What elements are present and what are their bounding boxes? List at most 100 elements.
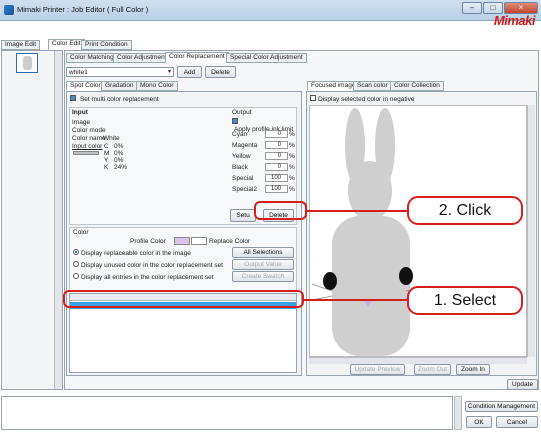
delete-preset-button[interactable]: Delete xyxy=(205,66,236,78)
input-color-swatch xyxy=(73,151,99,155)
spot-color-panel: Set multi color replacement Input Image … xyxy=(66,91,302,376)
cmyk-c-value: 0% xyxy=(114,143,124,150)
black-unit: % xyxy=(289,164,295,171)
delete-highlight-ring xyxy=(254,201,307,220)
window-title: Mimaki Printer : Job Editor ( Full Color… xyxy=(17,5,149,14)
preview-scrollbar-vertical[interactable] xyxy=(527,105,535,357)
thumbnail-scrollbar[interactable] xyxy=(54,51,62,389)
tab-color-replacement[interactable]: Color Replacement xyxy=(165,52,229,63)
select-highlight-ring xyxy=(63,290,304,308)
thumbnail-image[interactable] xyxy=(16,53,38,73)
update-button[interactable]: Update xyxy=(507,379,538,390)
tab-color-collection[interactable]: Color Collection xyxy=(390,81,444,91)
tab-color-edit[interactable]: Color Edit xyxy=(48,39,85,50)
cyan-unit: % xyxy=(289,131,295,138)
profile-color-swatch xyxy=(174,237,190,245)
preset-value: white1 xyxy=(69,69,88,76)
output-value-acquisition-button[interactable]: Output Value Acquisition xyxy=(232,259,294,277)
cmyk-m-label: M xyxy=(104,150,110,157)
special-unit: % xyxy=(289,175,295,182)
magenta-spinner[interactable]: 0 xyxy=(265,141,288,149)
color-name-value: White xyxy=(103,135,120,142)
image-label: Image xyxy=(72,119,91,126)
multi-replace-checkbox[interactable]: Set multi color replacement xyxy=(70,95,159,103)
tab-mono-color[interactable]: Mono Color xyxy=(136,81,178,91)
special2-unit: % xyxy=(289,186,295,193)
tab-image-edit[interactable]: Image Edit xyxy=(1,40,41,50)
ok-button[interactable]: OK xyxy=(466,416,492,428)
tab-print-condition[interactable]: Print Condition xyxy=(81,40,132,50)
app-icon xyxy=(4,5,14,15)
mimaki-logo: Mimaki xyxy=(493,13,536,28)
yellow-label: Yellow xyxy=(232,153,251,160)
magenta-label: Magenta xyxy=(232,142,258,149)
special2-spinner[interactable]: 100 xyxy=(265,185,288,193)
color-name-label: Color name xyxy=(72,135,106,142)
cmyk-c-label: C xyxy=(104,143,109,150)
option-replaceable-radio[interactable]: Display replaceable color in the image xyxy=(73,249,191,257)
display-negative-checkbox[interactable]: Display selected color in negative xyxy=(310,95,414,103)
title-bar: Mimaki Printer : Job Editor ( Full Color… xyxy=(0,0,541,21)
focused-image-canvas[interactable] xyxy=(309,105,527,357)
replace-color-label: Replace Color xyxy=(209,238,251,245)
yellow-spinner[interactable]: 0 xyxy=(265,152,288,160)
cyan-spinner[interactable]: 0 xyxy=(265,130,288,138)
special2-label: Special2 xyxy=(232,186,257,193)
magenta-unit: % xyxy=(289,142,295,149)
input-heading: Input xyxy=(72,109,88,116)
tab-color-adjustment[interactable]: Color Adjustment xyxy=(113,53,171,63)
tab-color-matching[interactable]: Color Matching xyxy=(66,53,118,63)
tab-gradation[interactable]: Gradation xyxy=(101,81,138,91)
cancel-button[interactable]: Cancel xyxy=(496,416,538,428)
create-swatch-button[interactable]: Create Swatch xyxy=(232,271,294,282)
output-heading: Output xyxy=(232,109,252,116)
minimize-button[interactable]: – xyxy=(462,2,482,14)
condition-management-button[interactable]: Condition Management xyxy=(465,401,538,412)
special-spinner[interactable]: 100 xyxy=(265,174,288,182)
thumbnail-panel xyxy=(1,50,63,390)
update-preview-button[interactable]: Update Preview xyxy=(350,364,405,375)
preview-scrollbar-horizontal[interactable] xyxy=(309,357,527,364)
color-group: Color Profile Color Replace Color Displa… xyxy=(69,227,297,291)
select-connector-line xyxy=(303,299,409,301)
option-all-entries-label: Display all entries in the color replace… xyxy=(81,274,214,281)
chevron-down-icon: ▾ xyxy=(167,69,171,75)
tab-spot-color[interactable]: Spot Color xyxy=(66,81,105,91)
message-scrollbar[interactable] xyxy=(454,396,462,430)
multi-replace-label: Set multi color replacement xyxy=(79,96,159,103)
add-preset-button[interactable]: Add xyxy=(177,66,202,78)
input-color-label: Input color xyxy=(72,143,103,150)
all-selections-button[interactable]: All Selections xyxy=(232,247,294,258)
zoom-out-button[interactable]: Zoom Out xyxy=(414,364,451,375)
message-area xyxy=(1,396,453,430)
cmyk-y-label: Y xyxy=(104,157,109,164)
tab-scan-color[interactable]: Scan color xyxy=(353,81,392,91)
replace-color-swatch xyxy=(191,237,207,245)
click-connector-line xyxy=(306,210,408,212)
option-all-entries-radio[interactable]: Display all entries in the color replace… xyxy=(73,273,214,281)
tab-focused-image[interactable]: Focused image xyxy=(307,81,360,91)
setup-button[interactable]: Setu xyxy=(230,209,256,222)
profile-color-label: Profile Color xyxy=(130,238,166,245)
zoom-in-button[interactable]: Zoom In xyxy=(456,364,490,375)
black-spinner[interactable]: 0 xyxy=(265,163,288,171)
preset-select[interactable]: white1 ▾ xyxy=(66,67,174,77)
cmyk-y-value: 0% xyxy=(114,157,124,164)
select-callout: 1. Select xyxy=(407,286,523,315)
click-callout: 2. Click xyxy=(407,196,523,225)
cmyk-k-label: K xyxy=(104,164,109,171)
yellow-unit: % xyxy=(289,153,295,160)
special-label: Special xyxy=(232,175,254,182)
option-unused-label: Display unused color in the color replac… xyxy=(81,262,223,269)
cyan-label: Cyan xyxy=(232,131,248,138)
preview-panel: Display selected color in negative xyxy=(306,91,537,376)
option-unused-radio[interactable]: Display unused color in the color replac… xyxy=(73,261,223,269)
option-replaceable-label: Display replaceable color in the image xyxy=(81,250,191,257)
display-negative-label: Display selected color in negative xyxy=(318,96,415,103)
color-mode-label: Color mode xyxy=(72,127,106,134)
tab-special-color-adjustment[interactable]: Special Color Adjustment xyxy=(226,53,307,63)
black-label: Black xyxy=(232,164,248,171)
color-heading: Color xyxy=(73,229,89,236)
cmyk-k-value: 24% xyxy=(114,164,128,171)
rabbit-image xyxy=(311,108,433,356)
